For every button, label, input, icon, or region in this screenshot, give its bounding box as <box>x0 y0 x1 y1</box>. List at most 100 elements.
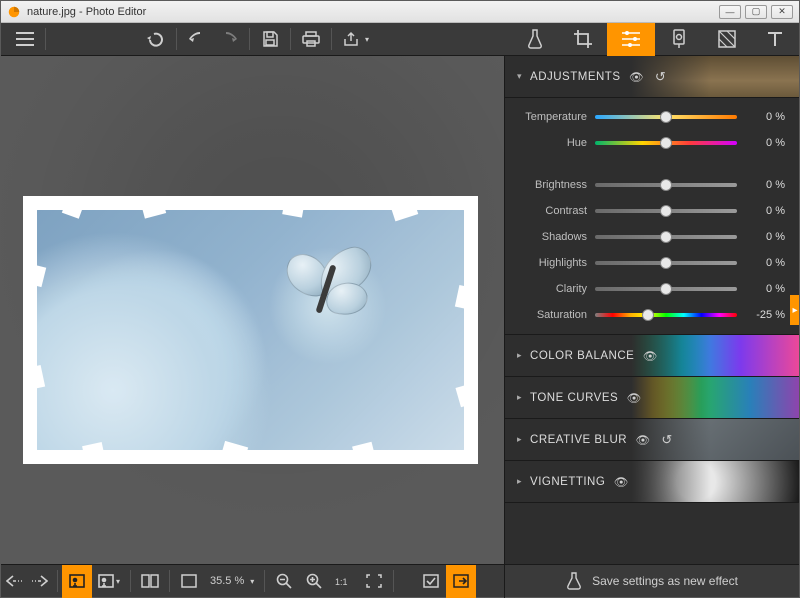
slider-label: Temperature <box>515 111 587 123</box>
slider-value: 0 % <box>745 111 785 123</box>
compare-view-button[interactable]: ▾ <box>92 565 126 598</box>
slider-track[interactable] <box>595 235 737 239</box>
butterfly-icon <box>283 244 403 334</box>
eye-icon[interactable]: 👁 <box>642 349 658 363</box>
slider-value: 0 % <box>745 257 785 269</box>
svg-text:1:1: 1:1 <box>335 577 348 587</box>
slider-track[interactable] <box>595 261 737 265</box>
slider-knob[interactable] <box>660 231 672 243</box>
eye-icon[interactable]: 👁 <box>635 433 651 447</box>
fit-view-button[interactable] <box>174 565 204 598</box>
tab-crop[interactable] <box>559 23 607 56</box>
slider-knob[interactable] <box>642 309 654 321</box>
single-view-button[interactable] <box>62 565 92 598</box>
slider-value: -25 % <box>745 309 785 321</box>
forward-button[interactable] <box>213 23 245 56</box>
slider-track[interactable] <box>595 287 737 291</box>
section-color-balance[interactable]: ▸ COLOR BALANCE 👁 <box>505 335 799 377</box>
zoom-fit-button[interactable] <box>359 565 389 598</box>
close-button[interactable]: ✕ <box>771 5 793 19</box>
slider-label: Clarity <box>515 283 587 295</box>
maximize-button[interactable]: ▢ <box>745 5 767 19</box>
chevron-right-icon: ▸ <box>517 476 522 487</box>
slider-track[interactable] <box>595 209 737 213</box>
sliders-group: Temperature0 %Hue0 %Brightness0 %Contras… <box>505 98 799 335</box>
section-vignetting[interactable]: ▸ VIGNETTING 👁 <box>505 461 799 503</box>
section-title: TONE CURVES <box>530 392 618 404</box>
chevron-right-icon: ▸ <box>517 350 522 361</box>
slider-highlights: Highlights 0 % <box>515 254 785 272</box>
chevron-down-icon: ▾ <box>517 71 522 82</box>
slider-knob[interactable] <box>660 179 672 191</box>
chevron-right-icon: ▸ <box>517 434 522 445</box>
section-title: COLOR BALANCE <box>530 350 634 362</box>
zoom-out-button[interactable] <box>269 565 299 598</box>
flask-icon <box>566 572 582 590</box>
undo-button[interactable] <box>140 23 172 56</box>
image-preview[interactable] <box>23 196 478 464</box>
section-title: CREATIVE BLUR <box>530 434 627 446</box>
canvas-area[interactable] <box>1 56 504 564</box>
slider-knob[interactable] <box>660 283 672 295</box>
next-image-button[interactable] <box>27 565 53 598</box>
bottom-toolbar: ▾ 35.5 % ▾ 1:1 <box>1 564 799 597</box>
zoom-readout: 35.5 % <box>204 575 250 587</box>
chevron-right-icon: ▸ <box>517 392 522 403</box>
slider-track[interactable] <box>595 183 737 187</box>
slider-temperature: Temperature 0 % <box>515 108 785 126</box>
slider-value: 0 % <box>745 205 785 217</box>
slider-knob[interactable] <box>660 137 672 149</box>
reset-icon[interactable]: ↺ <box>653 69 669 85</box>
zoom-100-button[interactable]: 1:1 <box>329 565 359 598</box>
eye-icon[interactable]: 👁 <box>626 391 642 405</box>
panel-collapse-handle[interactable]: ▸ <box>790 295 799 325</box>
slider-label: Shadows <box>515 231 587 243</box>
section-title: VIGNETTING <box>530 476 605 488</box>
slider-knob[interactable] <box>660 257 672 269</box>
save-button[interactable] <box>254 23 286 56</box>
eye-icon[interactable]: 👁 <box>613 475 629 489</box>
tab-retouch[interactable] <box>655 23 703 56</box>
export-button[interactable]: ▾ <box>336 23 376 56</box>
section-title: ADJUSTMENTS <box>530 71 620 83</box>
tab-textures[interactable] <box>703 23 751 56</box>
split-view-button[interactable] <box>135 565 165 598</box>
tab-text[interactable] <box>751 23 799 56</box>
zoom-in-button[interactable] <box>299 565 329 598</box>
slider-label: Highlights <box>515 257 587 269</box>
zoom-dropdown[interactable]: ▾ <box>250 577 260 586</box>
slider-track[interactable] <box>595 313 737 317</box>
tab-adjust[interactable] <box>607 23 655 56</box>
section-adjustments[interactable]: ▾ ADJUSTMENTS 👁 ↺ <box>505 56 799 98</box>
save-effect-label: Save settings as new effect <box>592 574 738 588</box>
slider-track[interactable] <box>595 115 737 119</box>
adjustments-panel: ▾ ADJUSTMENTS 👁 ↺ Temperature0 %Hue0 %Br… <box>504 56 799 564</box>
panel-tabs <box>511 23 799 56</box>
reset-icon[interactable]: ↺ <box>659 432 675 448</box>
slider-knob[interactable] <box>660 205 672 217</box>
hamburger-menu-button[interactable] <box>9 23 41 56</box>
section-creative-blur[interactable]: ▸ CREATIVE BLUR 👁 ↺ <box>505 419 799 461</box>
slider-clarity: Clarity0 % <box>515 280 785 298</box>
section-tone-curves[interactable]: ▸ TONE CURVES 👁 <box>505 377 799 419</box>
save-effect-button[interactable]: Save settings as new effect <box>504 565 799 598</box>
slider-label: Saturation <box>515 309 587 321</box>
slider-track[interactable] <box>595 141 737 145</box>
tab-effects[interactable] <box>511 23 559 56</box>
prev-image-button[interactable] <box>1 565 27 598</box>
slider-hue: Hue 0 % <box>515 134 785 152</box>
export-image-button[interactable] <box>446 565 476 598</box>
window-title: nature.jpg - Photo Editor <box>27 6 719 18</box>
slider-label: Hue <box>515 137 587 149</box>
print-button[interactable] <box>295 23 327 56</box>
minimize-button[interactable]: — <box>719 5 741 19</box>
titlebar: nature.jpg - Photo Editor — ▢ ✕ <box>1 1 799 23</box>
eye-icon[interactable]: 👁 <box>629 70 645 84</box>
back-button[interactable] <box>181 23 213 56</box>
slider-knob[interactable] <box>660 111 672 123</box>
slider-saturation: Saturation -25 % <box>515 306 785 324</box>
slider-contrast: Contrast0 % <box>515 202 785 220</box>
slider-value: 0 % <box>745 137 785 149</box>
apply-button[interactable] <box>416 565 446 598</box>
slider-value: 0 % <box>745 231 785 243</box>
